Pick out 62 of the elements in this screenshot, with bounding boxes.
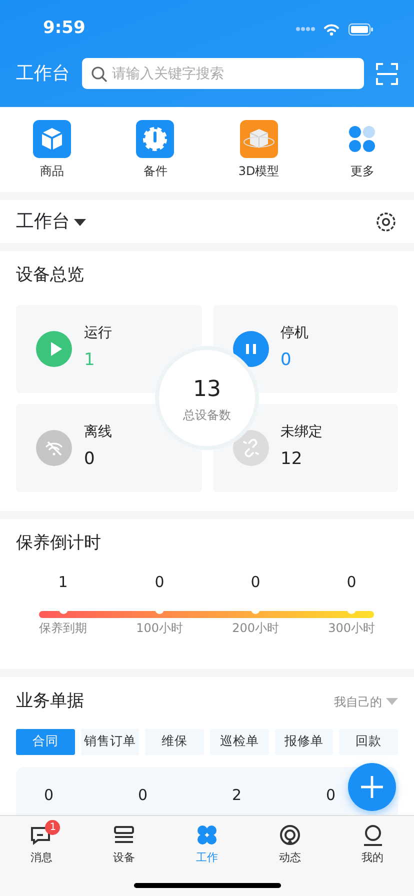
shortcut-label[interactable]: 商品 [40, 162, 64, 180]
caret-icon [74, 218, 86, 226]
milestone-label: 300小时 [328, 620, 375, 636]
document-tab[interactable]: 报修单 [274, 728, 334, 754]
stat-value: 1 [84, 349, 96, 372]
stat-value: 12 [280, 448, 304, 472]
workbench-dropdown[interactable]: 工作台 [16, 208, 86, 235]
page-title: 工作台 [16, 62, 70, 86]
signal-icon [295, 26, 315, 32]
total-count: 13 [193, 376, 221, 404]
filter-dropdown[interactable]: 我自己的 [334, 692, 398, 711]
message-icon [30, 824, 52, 846]
user-icon [362, 824, 384, 846]
shortcut-label[interactable]: 更多 [350, 162, 374, 180]
milestone-count: 0 [154, 572, 164, 592]
tab-bar-item[interactable]: 消息 1 [0, 816, 83, 868]
section-title: 业务单据 [16, 690, 84, 713]
tab-bar-item[interactable]: 动态 [248, 816, 332, 868]
summary-value: 0 [326, 784, 336, 804]
milestone-count: 1 [58, 572, 68, 592]
tab-bar-item[interactable]: 我的 [331, 816, 414, 868]
plus-icon [360, 775, 384, 799]
stat-value: 0 [84, 448, 96, 472]
stat-label: 停机 [280, 324, 308, 344]
tab-bar-item[interactable]: 设备 [82, 816, 166, 868]
stat-value: 0 [280, 349, 292, 372]
shortcut-label[interactable]: 3D模型 [238, 162, 280, 180]
status-time: 9:59 [43, 17, 86, 40]
summary-value: 2 [232, 784, 242, 804]
stat-label: 离线 [84, 423, 112, 442]
document-tab[interactable]: 回款 [339, 728, 398, 754]
stat-label: 运行 [84, 324, 112, 344]
summary-value: 0 [138, 784, 148, 804]
cube-icon[interactable] [240, 120, 278, 158]
total-label: 总设备数 [183, 406, 231, 424]
grid-icon [196, 824, 218, 846]
section-title: 设备总览 [16, 264, 85, 287]
stat-label: 未绑定 [280, 423, 322, 442]
notification-badge: 1 [45, 820, 60, 835]
caret-icon [386, 698, 398, 706]
milestone-label: 100小时 [136, 620, 183, 636]
battery-icon [348, 22, 374, 36]
radar-icon [278, 824, 301, 846]
scan-icon[interactable] [376, 62, 398, 84]
search-field[interactable]: 请输入关键字搜索 [82, 58, 364, 89]
section-title: 保养倒计时 [16, 532, 102, 555]
wifi-icon [323, 22, 340, 36]
milestone-count: 0 [346, 572, 356, 592]
document-tab[interactable]: 巡检单 [210, 728, 269, 754]
document-tab[interactable]: 销售订单 [80, 728, 140, 754]
device-icon [113, 824, 136, 846]
milestone-label: 保养到期 [39, 620, 87, 636]
shortcut-label[interactable]: 备件 [143, 162, 168, 180]
summary-value: 0 [44, 784, 54, 804]
milestone-label: 200小时 [232, 620, 279, 636]
settings-icon[interactable] [374, 210, 398, 234]
document-tab[interactable]: 维保 [145, 728, 204, 754]
milestone-count: 0 [250, 572, 260, 592]
play-icon [36, 330, 72, 366]
gear-icon[interactable] [136, 120, 174, 158]
wifi-off-icon [36, 430, 72, 466]
box-icon[interactable] [32, 120, 71, 158]
